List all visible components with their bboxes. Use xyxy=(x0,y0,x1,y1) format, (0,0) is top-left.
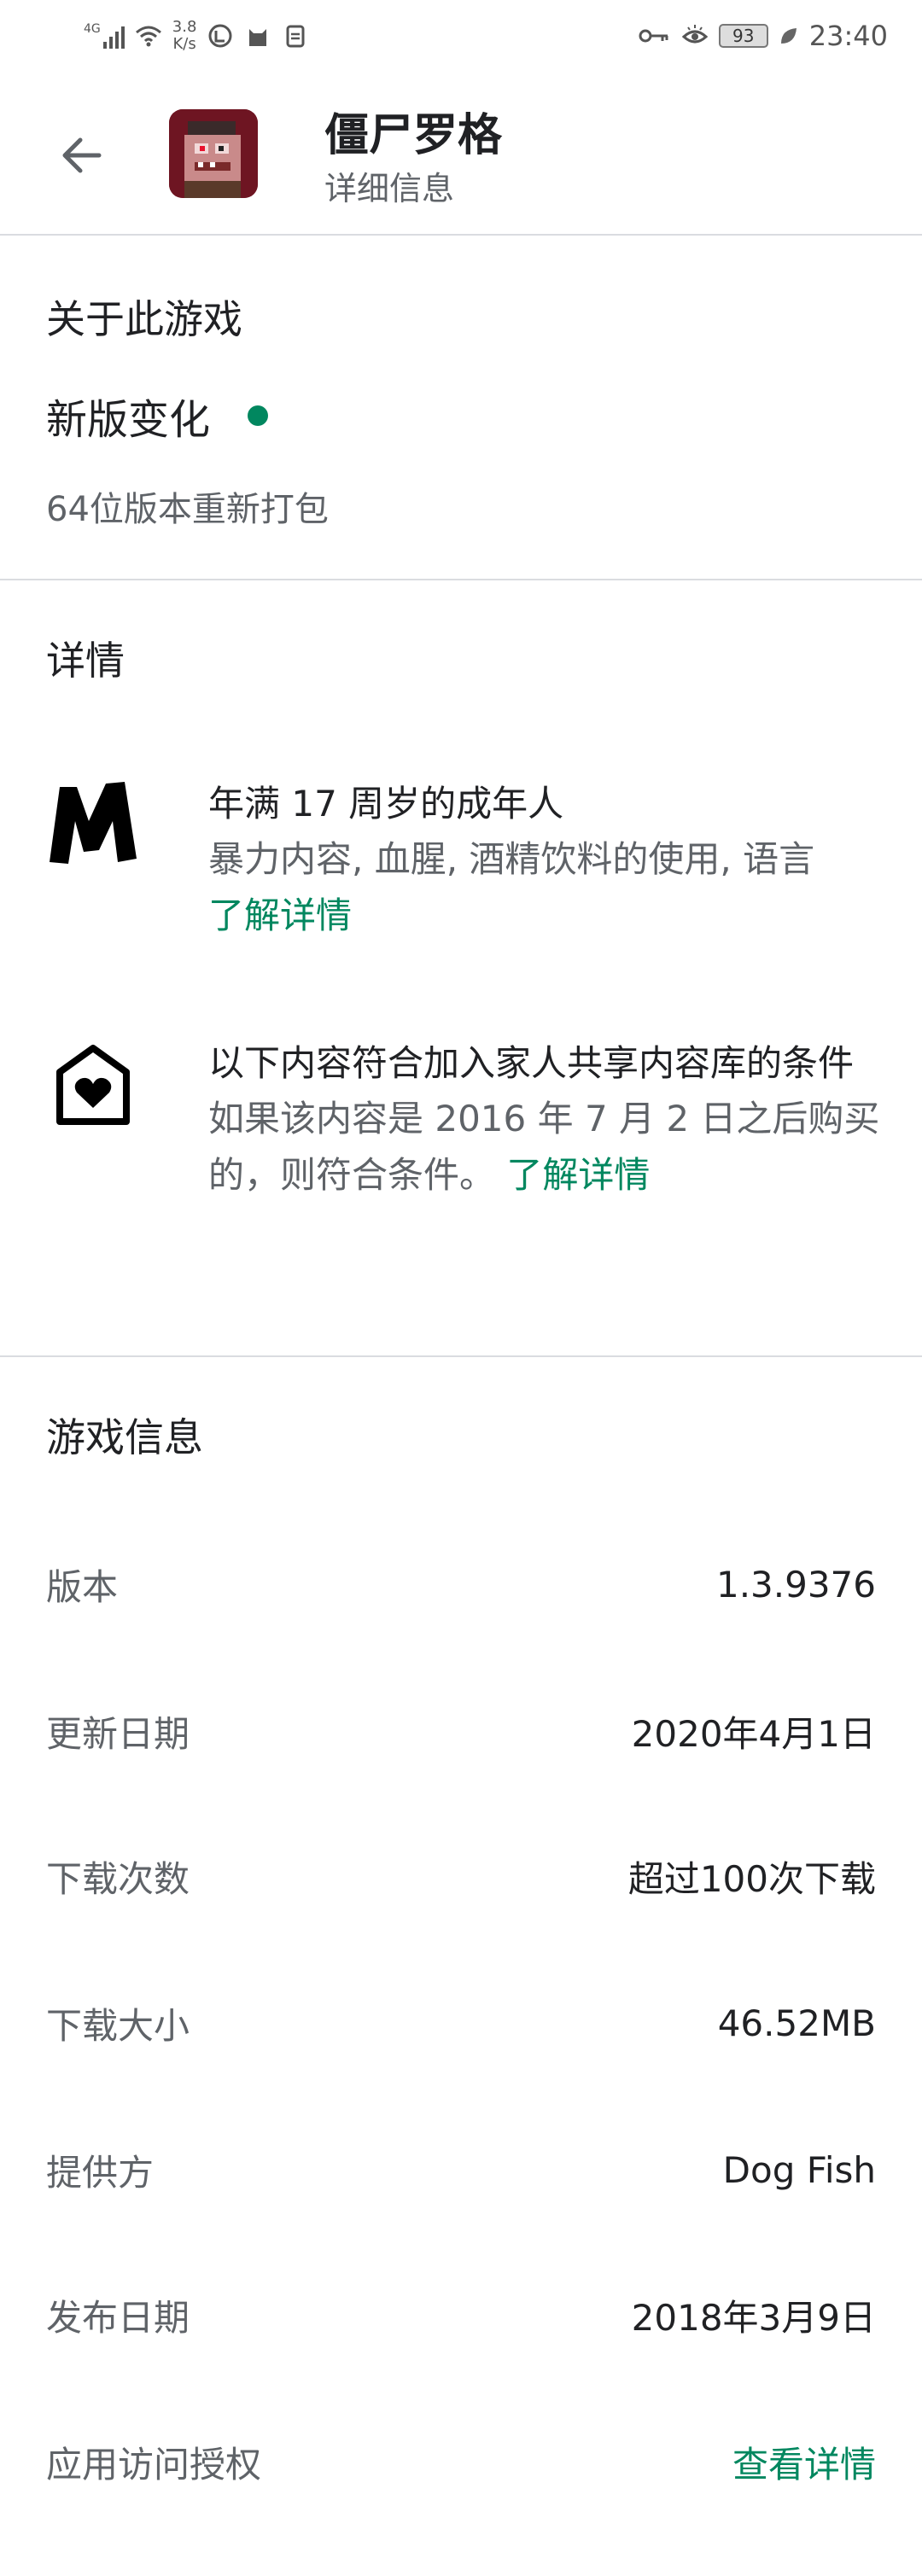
status-bar: 4G 3.8 K/s 93 23:40 xyxy=(0,0,922,72)
info-label: 应用访问授权 xyxy=(46,2443,262,2486)
details-section-title: 详情 xyxy=(46,638,125,684)
leaf-icon xyxy=(780,28,797,44)
family-library-icon xyxy=(56,1045,130,1125)
new-indicator-dot xyxy=(248,405,269,426)
eye-icon xyxy=(681,25,708,44)
info-value: 2018年3月9日 xyxy=(631,2296,876,2339)
info-value: Dog Fish xyxy=(722,2148,876,2191)
about-section-title: 关于此游戏 xyxy=(46,296,242,342)
battery-indicator: 93 xyxy=(718,24,768,48)
net-speed-value: 3.8 xyxy=(172,18,197,36)
net-speed-unit: K/s xyxy=(172,35,196,53)
app-title: 僵尸罗格 xyxy=(324,110,503,161)
page: 4G 3.8 K/s 93 23:40 僵尸罗格 详细信息 关于此游戏 新版变化… xyxy=(0,0,922,2576)
info-label: 版本 xyxy=(46,1565,119,1608)
whats-new-label: 新版变化 xyxy=(46,396,211,444)
app-icon xyxy=(169,109,258,198)
wifi-icon xyxy=(135,26,161,47)
status-right: 93 23:40 xyxy=(637,15,888,56)
arrow-back-icon xyxy=(62,137,102,173)
view-permissions-link[interactable]: 查看详情 xyxy=(732,2436,876,2488)
divider xyxy=(0,234,922,236)
zombie-app-icon xyxy=(169,109,258,198)
info-value: 超过100次下载 xyxy=(627,1857,876,1900)
whats-new-heading: 新版变化 xyxy=(46,386,269,446)
info-label: 发布日期 xyxy=(46,2296,190,2339)
info-row-provider: 提供方 Dog Fish xyxy=(46,2136,876,2204)
family-library-description: 如果该内容是 2016 年 7 月 2 日之后购买的，则符合条件。 了解详情 xyxy=(208,1091,922,1203)
network-type-label: 4G xyxy=(84,22,101,36)
info-value: 46.52MB xyxy=(717,2002,876,2044)
game-info-section-title: 游戏信息 xyxy=(46,1414,203,1460)
app-header: 僵尸罗格 详细信息 xyxy=(0,72,922,234)
info-value: 2020年4月1日 xyxy=(631,1712,876,1755)
clock-time: 23:40 xyxy=(808,20,888,52)
mature-rating-icon xyxy=(50,782,137,864)
content-rating-row: 年满 17 周岁的成年人 暴力内容, 血腥, 酒精饮料的使用, 语言 了解详情 xyxy=(46,777,883,947)
net-speed: 3.8 K/s xyxy=(172,19,197,53)
family-learn-more-link[interactable]: 了解详情 xyxy=(506,1154,650,1196)
info-row-version: 版本 1.3.9376 xyxy=(46,1550,876,1618)
family-library-text: 以下内容符合加入家人共享内容库的条件 如果该内容是 2016 年 7 月 2 日… xyxy=(208,1036,922,1203)
status-left: 4G 3.8 K/s xyxy=(84,15,309,56)
info-label: 下载大小 xyxy=(46,2004,190,2047)
info-row-download-size: 下载大小 46.52MB xyxy=(46,1989,876,2057)
app-notification-icon xyxy=(208,24,232,48)
signal-icon: 4G xyxy=(84,23,125,49)
info-value: 1.3.9376 xyxy=(715,1563,876,1606)
cat-icon xyxy=(249,29,267,46)
info-row-permissions[interactable]: 应用访问授权 查看详情 xyxy=(46,2427,876,2496)
info-row-updated: 更新日期 2020年4月1日 xyxy=(46,1697,876,1765)
divider xyxy=(0,579,922,580)
divider xyxy=(0,1355,922,1357)
info-label: 下载次数 xyxy=(46,1857,190,1900)
clipboard-icon xyxy=(286,25,305,48)
family-library-title: 以下内容符合加入家人共享内容库的条件 xyxy=(208,1042,855,1084)
info-row-downloads: 下载次数 超过100次下载 xyxy=(46,1842,876,1910)
rating-title: 年满 17 周岁的成年人 xyxy=(208,783,564,825)
content-rating-text: 年满 17 周岁的成年人 暴力内容, 血腥, 酒精饮料的使用, 语言 了解详情 xyxy=(208,777,922,944)
info-label: 更新日期 xyxy=(46,1712,190,1755)
info-label: 提供方 xyxy=(46,2151,155,2194)
rating-learn-more-link[interactable]: 了解详情 xyxy=(208,888,922,944)
key-icon xyxy=(639,29,668,43)
family-library-row: 以下内容符合加入家人共享内容库的条件 如果该内容是 2016 年 7 月 2 日… xyxy=(46,1036,883,1275)
page-subtitle: 详细信息 xyxy=(324,170,455,207)
rating-descriptors: 暴力内容, 血腥, 酒精饮料的使用, 语言 xyxy=(208,838,815,880)
whats-new-text: 64位版本重新打包 xyxy=(46,490,329,529)
back-button[interactable] xyxy=(48,123,113,188)
info-row-release-date: 发布日期 2018年3月9日 xyxy=(46,2281,876,2349)
